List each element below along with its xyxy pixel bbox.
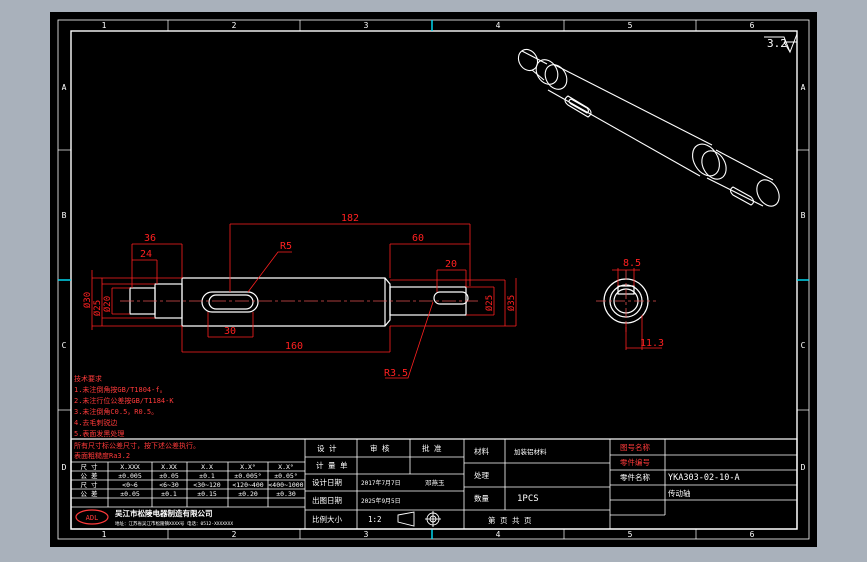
dim-dia25-right: Ø25 [484,295,495,311]
dim-20: 20 [445,259,457,270]
grid-row-a-left: A [62,83,67,92]
tb-sheet-label: 第 页 共 页 [488,515,532,525]
dim-60: 60 [412,233,424,244]
tb-issue-label: 出图日期 [312,495,342,505]
tb-part-name-value: 传动轴 [668,488,691,498]
tol-row-c-0: 公 差 [81,489,98,498]
tb-part-no-value: YKA303-02-10-A [668,473,740,483]
dim-160: 160 [285,341,303,352]
tech-req-line-5: 5.表面发黑处理 [74,429,124,438]
tol-row-b-1: <0~6 [122,481,138,489]
grid-col-4-top: 4 [496,21,501,30]
dim-r3-5: R3.5 [384,368,408,379]
tol-row-c-5: ±0.30 [276,490,296,498]
tol-header-2: X.XX [161,463,177,471]
tol-row-b-4: <120~400 [232,481,263,489]
tb-material-value: 加装铝材料 [514,447,547,456]
grid-col-1-bottom: 1 [102,530,107,539]
tol-row-b-5: <400~1000 [268,481,303,489]
tol-header-0: 尺 寸 [81,462,98,471]
grid-col-2-bottom: 2 [232,530,237,539]
grid-col-2-top: 2 [232,21,237,30]
roughness-value: 3.2 [767,37,787,50]
tolerance-note-2: 表面粗糙度Ra3.2 [74,451,130,460]
tb-approve-label: 批 准 [422,443,442,453]
grid-row-d-right: D [801,463,806,472]
tb-date-value: 2017年7月7日 [361,479,401,487]
dim-24: 24 [140,249,152,260]
grid-row-c-left: C [62,341,67,350]
company-logo-text: ADL [86,514,99,522]
tolerance-note-1: 所有尺寸标公差尺寸，按下述公差执行。 [74,441,200,450]
tol-row-a-0: 公 差 [81,471,98,480]
tol-row-b-0: 尺 寸 [81,480,98,489]
tol-row-a-3: ±0.1 [199,472,215,480]
dim-dia30: Ø30 [82,292,93,308]
tb-treatment-label: 处理 [474,470,489,480]
tol-header-4: X.X° [240,463,256,471]
company-address: 地址：江苏省吴江市松陵镇XXXX号 电话：0512-XXXXXXX [115,520,233,527]
grid-col-1-top: 1 [102,21,107,30]
tol-row-b-2: <6~30 [159,481,179,489]
tech-req-line-1: 1.未注倒角按GB/T1804-f。 [74,385,167,394]
tol-row-b-3: <30~120 [193,481,220,489]
dim-36: 36 [144,233,156,244]
tech-req-line-4: 4.去毛刺锐边 [74,418,117,427]
tb-issue-value: 2025年9月5日 [361,497,401,505]
tol-header-5: X.X° [278,463,294,471]
dim-dia20-left: Ø20 [102,296,113,312]
grid-row-b-right: B [801,211,806,220]
grid-row-c-right: C [801,341,806,350]
grid-col-3-bottom: 3 [364,530,369,539]
tb-designer-name: 邓燕玉 [425,478,445,487]
grid-col-3-top: 3 [364,21,369,30]
dim-dia35: Ø35 [506,295,517,311]
tech-req-line-2: 2.未注行位公差按GB/T1184-K [74,396,174,405]
cad-drawing-canvas[interactable]: 1 2 3 4 5 6 1 2 3 4 5 6 A B C D A B C D … [0,0,867,562]
tol-header-1: X.XXX [120,463,140,471]
tb-part-no-label: 零件编号 [620,457,650,467]
grid-row-a-right: A [801,83,806,92]
dim-dia25-left: Ø25 [92,300,103,316]
tol-row-a-5: ±0.05° [274,472,297,480]
tb-part-name-label: 零件名称 [620,472,650,482]
tb-scale-label: 比例大小 [312,514,342,524]
grid-col-5-bottom: 5 [628,530,633,539]
grid-col-5-top: 5 [628,21,633,30]
tol-row-a-2: ±0.05 [159,472,179,480]
tb-drafter-label: 计 量 单 [316,460,348,470]
dim-30: 30 [224,326,236,337]
tol-row-c-2: ±0.1 [161,490,177,498]
tol-row-c-3: ±0.15 [197,490,217,498]
tech-req-title: 技术要求 [74,374,102,383]
grid-col-4-bottom: 4 [496,530,501,539]
dim-11-3: 11.3 [640,338,664,349]
company-name: 吴江市松陵电器制造有限公司 [115,508,213,518]
tol-row-a-1: ±0.005 [118,472,142,480]
dim-182: 182 [341,213,359,224]
grid-col-6-top: 6 [750,21,755,30]
tb-qty-value: 1PCS [517,494,539,504]
tol-row-a-4: ±0.005° [234,472,261,480]
grid-col-6-bottom: 6 [750,530,755,539]
tol-header-3: X.X [201,463,213,471]
tb-drawing-no-label: 图号名称 [620,442,650,452]
grid-row-b-left: B [62,211,67,220]
dim-8-5: 8.5 [623,258,641,269]
tol-row-c-4: ±0.20 [238,490,258,498]
tb-scale-value: 1:2 [368,515,382,524]
dim-r5: R5 [280,241,292,252]
tb-qty-label: 数量 [474,493,489,503]
grid-row-d-left: D [62,463,67,472]
tb-material-label: 材料 [474,446,489,456]
tb-review-label: 审 核 [370,443,390,453]
tb-design-label: 设 计 [317,443,337,453]
tb-date-label: 设计日期 [312,477,342,487]
tech-req-line-3: 3.未注倒角C0.5，R0.5。 [74,407,158,416]
tol-row-c-1: ±0.05 [120,490,140,498]
